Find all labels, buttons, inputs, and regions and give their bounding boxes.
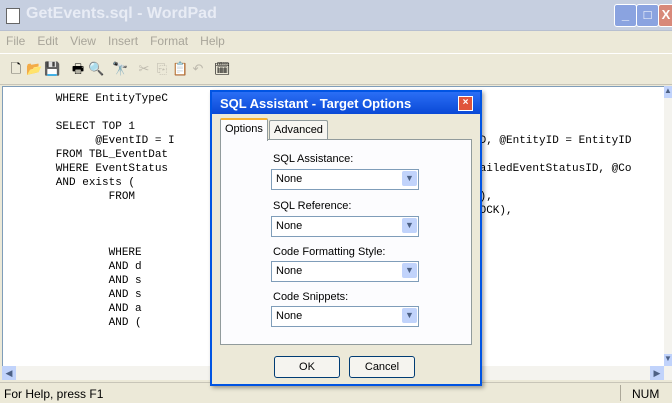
code-line: WHERE EntityTypeC	[3, 93, 169, 105]
code-line: WHERE EventStatus	[3, 163, 169, 175]
minimize-button[interactable]: _	[614, 4, 637, 27]
code-line-right: ID, @EntityID = EntityID	[473, 135, 632, 147]
code-line: AND d	[3, 261, 142, 273]
code-formatting-style-value: None	[276, 265, 303, 277]
save-icon[interactable]: 💾	[44, 61, 60, 77]
print-preview-icon[interactable]: 🔍	[88, 61, 104, 77]
menu-edit[interactable]: Edit	[37, 31, 58, 51]
dialog-title-bar[interactable]: SQL Assistant - Target Options ×	[212, 92, 480, 114]
chevron-down-icon[interactable]: ▼	[402, 171, 417, 186]
code-line: FROM	[3, 191, 136, 203]
cancel-button[interactable]: Cancel	[349, 356, 415, 378]
ok-button[interactable]: OK	[274, 356, 340, 378]
status-separator	[620, 385, 621, 401]
chevron-down-icon[interactable]: ▼	[402, 263, 417, 278]
sql-reference-select[interactable]: None ▼	[271, 216, 419, 237]
options-panel: SQL Assistance: None ▼ SQL Reference: No…	[220, 139, 472, 345]
scroll-left-icon[interactable]: ◀	[2, 366, 16, 380]
maximize-button[interactable]: □	[636, 4, 659, 27]
toolbar: 🗋 📂 💾 🖶 🔍 🔭 ✂ ⎘ 📋 ↶ 🗓	[0, 53, 672, 85]
menu-file[interactable]: File	[6, 31, 25, 51]
paste-icon[interactable]: 📋	[172, 61, 188, 77]
window-title: GetEvents.sql - WordPad	[26, 5, 217, 22]
copy-icon[interactable]: ⎘	[154, 61, 170, 77]
dialog-close-button[interactable]: ×	[458, 96, 473, 111]
undo-icon[interactable]: ↶	[190, 61, 206, 77]
new-icon[interactable]: 🗋	[8, 61, 24, 77]
scroll-up-icon[interactable]: ▲	[664, 86, 672, 98]
sql-reference-value: None	[276, 220, 303, 232]
code-line: AND a	[3, 303, 142, 315]
code-line: FROM TBL_EventDat	[3, 149, 169, 161]
code-formatting-style-label: Code Formatting Style:	[273, 246, 386, 258]
target-options-dialog: SQL Assistant - Target Options × Options…	[210, 90, 482, 386]
print-icon[interactable]: 🖶	[70, 61, 86, 77]
code-line: AND (	[3, 317, 142, 329]
menu-format[interactable]: Format	[150, 31, 188, 51]
code-snippets-value: None	[276, 310, 303, 322]
status-message: For Help, press F1	[4, 387, 104, 401]
datetime-icon[interactable]: 🗓	[214, 61, 231, 77]
tab-advanced[interactable]: Advanced	[269, 120, 328, 139]
sql-assistance-value: None	[276, 173, 303, 185]
num-lock-indicator: NUM	[632, 387, 660, 401]
menu-bar: File Edit View Insert Format Help	[0, 31, 672, 51]
wordpad-window: GetEvents.sql - WordPad _ □ X File Edit …	[0, 0, 672, 402]
menu-insert[interactable]: Insert	[108, 31, 138, 51]
tab-options[interactable]: Options	[220, 118, 268, 141]
code-line: AND s	[3, 275, 142, 287]
chevron-down-icon[interactable]: ▼	[402, 218, 417, 233]
sql-assistance-select[interactable]: None ▼	[271, 169, 419, 190]
find-icon[interactable]: 🔭	[112, 61, 128, 77]
vertical-scrollbar[interactable]: ▲ ▼	[664, 86, 672, 366]
scroll-right-icon[interactable]: ▶	[650, 366, 664, 380]
code-line-right: FailedEventStatusID, @Co	[473, 163, 632, 175]
code-snippets-label: Code Snippets:	[273, 291, 349, 303]
code-line: WHERE	[3, 247, 142, 259]
close-button[interactable]: X	[658, 4, 672, 27]
title-bar[interactable]: GetEvents.sql - WordPad _ □ X	[0, 0, 672, 31]
code-formatting-style-select[interactable]: None ▼	[271, 261, 419, 282]
code-line: @EventID = I	[3, 135, 175, 147]
code-line: AND exists (	[3, 177, 136, 189]
menu-help[interactable]: Help	[200, 31, 225, 51]
sql-reference-label: SQL Reference:	[273, 200, 352, 212]
code-line: SELECT TOP 1	[3, 121, 136, 133]
sql-assistance-label: SQL Assistance:	[273, 153, 354, 165]
code-snippets-select[interactable]: None ▼	[271, 306, 419, 327]
chevron-down-icon[interactable]: ▼	[402, 308, 417, 323]
dialog-title: SQL Assistant - Target Options	[220, 96, 412, 111]
open-icon[interactable]: 📂	[26, 61, 42, 77]
document-icon	[6, 8, 20, 24]
code-line: AND s	[3, 289, 142, 301]
scroll-down-icon[interactable]: ▼	[664, 354, 672, 366]
menu-view[interactable]: View	[70, 31, 96, 51]
cut-icon[interactable]: ✂	[136, 61, 152, 77]
